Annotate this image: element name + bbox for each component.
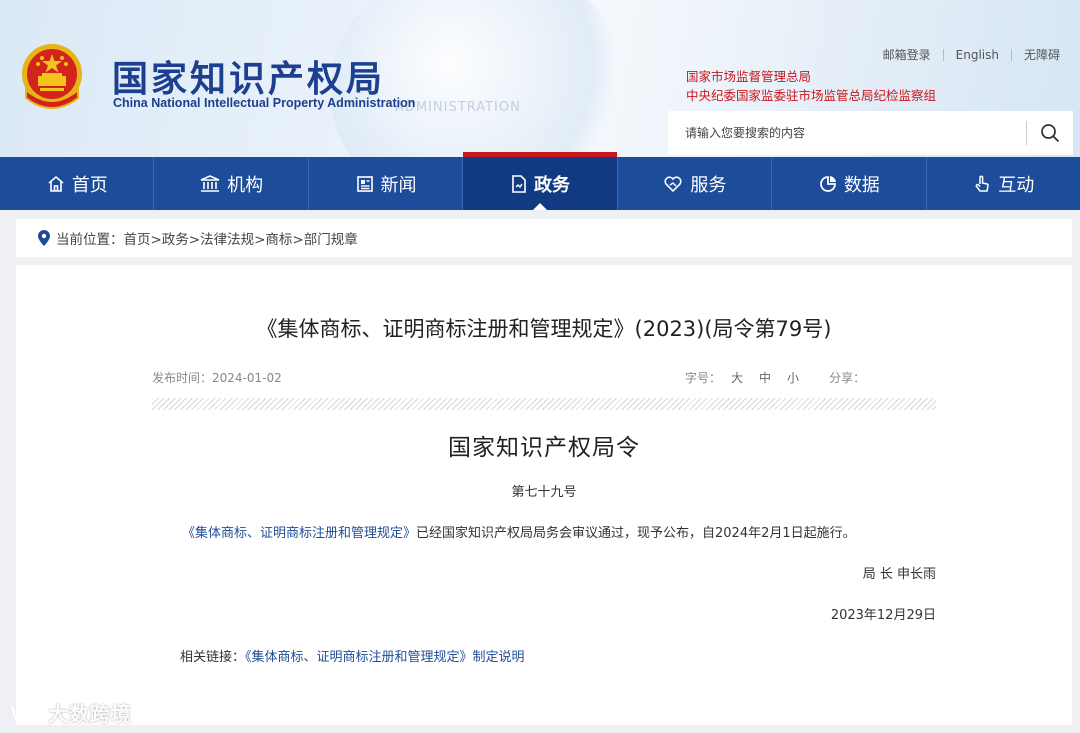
related-links: 相关链接：《集体商标、证明商标注册和管理规定》制定说明 (180, 646, 525, 665)
signing-date: 2023年12月29日 (830, 608, 936, 623)
font-size-large-button[interactable]: 大 (731, 369, 743, 386)
breadcrumb-text[interactable]: 当前位置：首页>政务>法律法规>商标>部门规章 (56, 228, 358, 248)
home-icon (48, 175, 64, 192)
search-button[interactable] (1027, 111, 1073, 155)
related-label: 相关链接： (180, 650, 246, 665)
font-size-medium-button[interactable]: 中 (759, 369, 771, 386)
signer: 局 长 申长雨 (862, 567, 936, 582)
related-explanation-link[interactable]: 《集体商标、证明商标注册和管理规定》制定说明 (245, 650, 525, 665)
body-text: 已经国家知识产权局局务会审议通过，现予公布，自2024年2月1日起施行。 (416, 526, 856, 541)
watermark-logo-icon (11, 702, 44, 720)
nav-item-institution[interactable]: 机构 (154, 157, 309, 210)
share-label: 分享： (829, 371, 866, 385)
article-body: 《集体商标、证明商标注册和管理规定》已经国家知识产权局局务会审议通过，现予公布，… (182, 522, 856, 541)
nav-item-government-affairs[interactable]: 政务 (463, 152, 618, 210)
site-logo-english: China National Intellectual Property Adm… (113, 96, 416, 110)
newspaper-icon (356, 175, 373, 192)
watermark: 大数跨境 (10, 698, 132, 727)
heart-hand-icon (664, 175, 682, 192)
samr-link[interactable]: 国家市场监督管理总局 (686, 67, 936, 86)
nav-item-news[interactable]: 新闻 (309, 157, 464, 210)
hatched-divider (152, 398, 936, 410)
document-icon (512, 174, 526, 193)
document-heading: 国家知识产权局令 (448, 435, 640, 461)
site-logo-chinese[interactable]: 国家知识产权局 (112, 50, 385, 102)
font-size-label: 字号： (685, 371, 722, 385)
article-panel: 《集体商标、证明商标注册和管理规定》(2023)(局令第79号) 发布时间：20… (16, 265, 1072, 725)
institution-icon (200, 174, 220, 192)
nav-item-service[interactable]: 服务 (618, 157, 773, 210)
article-tools: 字号： 大 中 小 分享： (685, 369, 875, 386)
site-header: ADMINISTRATION 国家知识产权局 China National In… (0, 0, 1080, 157)
nav-label: 政务 (533, 174, 570, 196)
nav-label: 互动 (998, 174, 1035, 196)
discipline-inspection-link[interactable]: 中央纪委国家监委驻市场监管总局纪检监察组 (686, 86, 936, 105)
search-icon (1041, 124, 1059, 142)
search-box (668, 111, 1073, 155)
breadcrumb: 当前位置：首页>政务>法律法规>商标>部门规章 (16, 219, 1072, 257)
accessibility-link[interactable]: 无障碍 (1012, 46, 1072, 63)
nav-item-home[interactable]: 首页 (0, 157, 155, 210)
mailbox-login-link[interactable]: 邮箱登录 (871, 46, 943, 63)
nav-label: 新闻 (380, 174, 417, 196)
article-title: 《集体商标、证明商标注册和管理规定》(2023)(局令第79号) (256, 317, 832, 341)
regulation-link[interactable]: 《集体商标、证明商标注册和管理规定》 (182, 526, 416, 541)
search-input[interactable] (668, 111, 1026, 155)
english-link[interactable]: English (944, 48, 1011, 62)
main-nav: 首页 机构 新闻 政务 服务 数据 互动 (0, 152, 1080, 210)
nav-item-interaction[interactable]: 互动 (927, 157, 1080, 210)
supervisory-links: 国家市场监督管理总局 中央纪委国家监委驻市场监管总局纪检监察组 (686, 67, 936, 105)
top-links: 邮箱登录 English 无障碍 (871, 46, 1072, 63)
hand-pointer-icon (975, 175, 989, 192)
watermark-text: 大数跨境 (48, 702, 132, 726)
nav-label: 服务 (690, 174, 727, 196)
order-number: 第七十九号 (511, 485, 577, 500)
location-pin-icon (38, 230, 50, 246)
national-emblem-icon (22, 44, 82, 109)
publish-date: 发布时间：2024-01-02 (152, 371, 282, 385)
font-size-small-button[interactable]: 小 (787, 369, 799, 386)
pie-chart-icon (819, 175, 836, 192)
nav-item-data[interactable]: 数据 (772, 157, 927, 210)
nav-label: 机构 (227, 174, 264, 196)
nav-label: 数据 (843, 174, 880, 196)
nav-label: 首页 (71, 174, 108, 196)
